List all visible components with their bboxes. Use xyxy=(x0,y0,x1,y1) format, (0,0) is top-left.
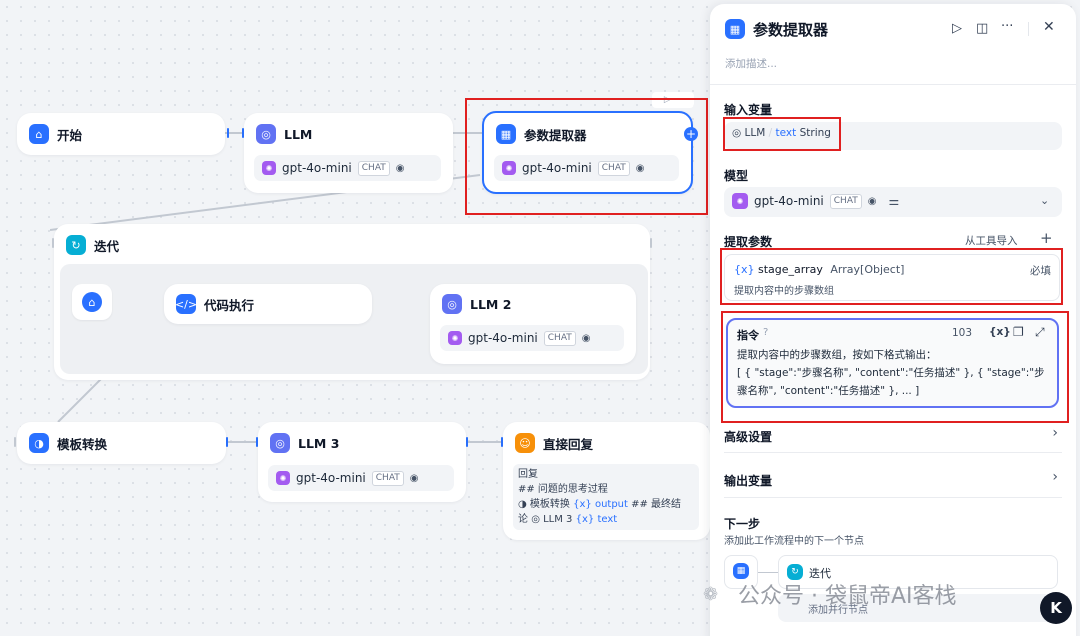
template-node[interactable]: ◑ 模板转换 xyxy=(17,422,226,464)
divider xyxy=(724,497,1062,498)
input-vars-label: 输入变量 xyxy=(724,103,773,117)
template-icon: ◑ xyxy=(29,433,49,453)
llm-var-icon: ◎ xyxy=(531,514,540,525)
llm2-node[interactable]: ◎ LLM 2 ✺ gpt-4o-mini CHAT ◉ xyxy=(430,284,636,364)
model-pill: ✺ gpt-4o-mini CHAT ◉ xyxy=(254,155,441,181)
reply-line: ◑ 模板转换 {x} output ## 最终结 xyxy=(518,497,694,512)
model-name: gpt-4o-mini xyxy=(296,471,366,485)
settings-sliders-icon[interactable]: ⚌ xyxy=(889,194,900,208)
var-name: text xyxy=(597,514,618,525)
node-title: 代码执行 xyxy=(204,297,255,313)
openai-icon: ✺ xyxy=(732,193,748,209)
import-from-tool-button[interactable]: 从工具导入 xyxy=(965,233,1018,248)
home-icon: ⌂ xyxy=(82,292,102,312)
code-node[interactable]: </> 代码执行 xyxy=(164,284,372,324)
llm-icon: ◎ xyxy=(256,124,276,144)
watermark-text: 公众号 · 袋鼠帝AI客栈 xyxy=(738,584,957,609)
llm-icon: ◎ xyxy=(270,433,290,453)
openai-icon: ✺ xyxy=(276,471,290,485)
node-title: LLM 3 xyxy=(298,435,340,451)
llm3-node[interactable]: ◎ LLM 3 ✺ gpt-4o-mini CHAT ◉ xyxy=(258,422,466,502)
code-icon: </> xyxy=(175,294,197,314)
divider xyxy=(1028,22,1029,36)
model-pill: ✺ gpt-4o-mini CHAT ◉ xyxy=(268,465,454,491)
highlight-box xyxy=(720,248,1063,305)
answer-node[interactable]: ☺ 直接回复 回复 ## 问题的思考过程 ◑ 模板转换 {x} output #… xyxy=(503,422,710,540)
output-vars-label[interactable]: 输出变量 xyxy=(724,472,772,489)
chevron-right-icon[interactable]: › xyxy=(1052,469,1058,485)
split-view-icon[interactable]: ◫ xyxy=(976,21,988,36)
start-node[interactable]: ⌂ 开始 xyxy=(17,113,225,155)
node-config-panel: ▦ 参数提取器 ▷ ◫ ··· ✕ 添加描述... 输入变量 ◎ LLM / t… xyxy=(710,4,1076,636)
eye-icon: ◉ xyxy=(867,195,877,207)
model-name: gpt-4o-mini xyxy=(754,194,824,208)
node-title: LLM 2 xyxy=(470,296,512,312)
var-node: LLM 3 xyxy=(543,514,573,525)
highlight-box xyxy=(721,311,1069,423)
var-name: output xyxy=(594,499,628,510)
chevron-right-icon[interactable]: › xyxy=(1052,425,1058,441)
reply-line: 论 ◎ LLM 3 {x} text xyxy=(518,512,694,527)
node-title: 迭代 xyxy=(94,238,120,254)
var-braces-icon: {x} xyxy=(575,514,595,525)
iteration-start[interactable]: ⌂ xyxy=(72,284,112,320)
branch-line xyxy=(758,572,778,573)
next-step-desc: 添加此工作流程中的下一个节点 xyxy=(724,536,864,547)
model-label: 模型 xyxy=(724,169,749,183)
header-divider xyxy=(710,84,1076,85)
home-icon: ⌂ xyxy=(29,124,49,144)
var-node: 模板转换 xyxy=(529,499,570,510)
chat-tag: CHAT xyxy=(829,193,862,209)
loop-icon: ↻ xyxy=(66,235,86,255)
model-name: gpt-4o-mini xyxy=(468,331,538,345)
highlight-box xyxy=(723,117,841,151)
run-icon[interactable]: ▷ xyxy=(952,21,962,36)
eye-icon: ◉ xyxy=(395,162,405,174)
reply-icon: ☺ xyxy=(515,433,535,453)
divider xyxy=(724,452,1062,453)
add-param-icon[interactable]: + xyxy=(1040,229,1053,247)
reply-label: 回复 xyxy=(518,469,538,480)
reply-suffix: ## 最终结 xyxy=(631,499,682,510)
chat-tag: CHAT xyxy=(357,160,390,176)
chat-tag: CHAT xyxy=(543,330,576,346)
advanced-settings-label[interactable]: 高级设置 xyxy=(724,428,772,445)
reply-preview: 回复 ## 问题的思考过程 ◑ 模板转换 {x} output ## 最终结 论… xyxy=(513,464,699,530)
openai-icon: ✺ xyxy=(262,161,276,175)
openai-icon: ✺ xyxy=(448,331,462,345)
node-title: LLM xyxy=(284,126,313,142)
llm-icon: ◎ xyxy=(442,294,462,314)
extractor-icon: ▦ xyxy=(733,563,749,579)
chevron-down-icon[interactable]: ⌄ xyxy=(1040,194,1049,207)
description-input[interactable]: 添加描述... xyxy=(725,56,777,71)
highlight-box xyxy=(465,98,708,215)
extractor-icon: ▦ xyxy=(725,19,745,39)
node-title: 模板转换 xyxy=(57,436,108,452)
model-name: gpt-4o-mini xyxy=(282,161,352,175)
llm-node[interactable]: ◎ LLM ✺ gpt-4o-mini CHAT ◉ xyxy=(244,113,453,193)
close-icon[interactable]: ✕ xyxy=(1043,19,1055,35)
reply-prefix: 论 xyxy=(518,514,528,525)
node-title: 开始 xyxy=(57,127,83,143)
model-pill: ✺ gpt-4o-mini CHAT ◉ xyxy=(440,325,624,351)
reply-line: ## 问题的思考过程 xyxy=(518,484,608,495)
var-braces-icon: {x} xyxy=(573,499,592,510)
next-step-label: 下一步 xyxy=(724,517,761,531)
template-var-icon: ◑ xyxy=(518,499,527,510)
panel-title: 参数提取器 xyxy=(753,21,829,39)
eye-icon: ◉ xyxy=(581,332,591,344)
node-title: 直接回复 xyxy=(543,436,594,452)
model-row: ✺ gpt-4o-mini CHAT ◉ ⚌ xyxy=(732,193,899,209)
app-logo-icon[interactable]: K xyxy=(1040,592,1072,624)
chat-tag: CHAT xyxy=(371,470,404,486)
eye-icon: ◉ xyxy=(409,472,419,484)
wechat-icon: ❁ xyxy=(703,584,719,605)
more-icon[interactable]: ··· xyxy=(1001,19,1013,34)
